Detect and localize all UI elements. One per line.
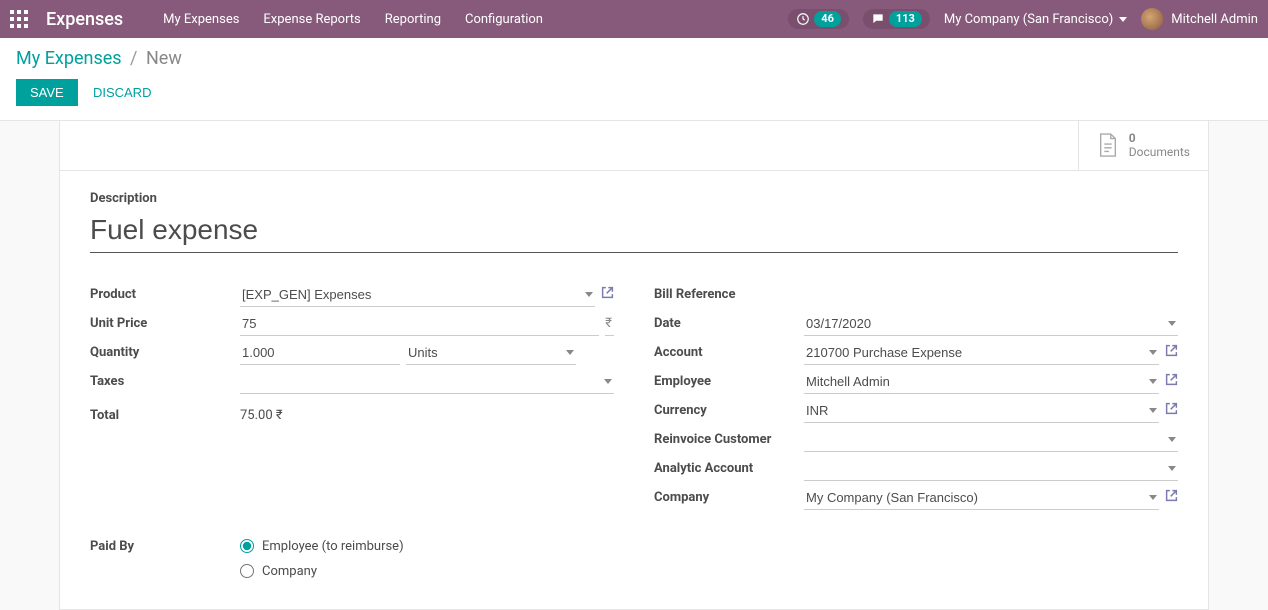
breadcrumb-bar: My Expenses / New — [0, 38, 1268, 73]
company-label: Company — [654, 490, 804, 505]
messages-count: 113 — [889, 11, 922, 27]
description-input[interactable] — [90, 212, 1178, 253]
activities-button[interactable]: 46 — [788, 9, 849, 29]
breadcrumb-current: New — [146, 48, 182, 69]
unit-price-label: Unit Price — [90, 316, 240, 331]
total-value: 75.00 ₹ — [240, 408, 283, 423]
employee-external-link[interactable] — [1165, 373, 1178, 390]
paid-by-company-radio[interactable] — [240, 564, 254, 578]
chevron-down-icon[interactable] — [585, 292, 593, 297]
chevron-down-icon — [1119, 17, 1127, 22]
paid-by-label: Paid By — [90, 539, 240, 579]
documents-count: 0 — [1129, 131, 1190, 145]
product-field[interactable] — [240, 283, 595, 307]
action-bar: SAVE DISCARD — [0, 73, 1268, 121]
paid-by-company-option[interactable]: Company — [240, 564, 404, 579]
reinvoice-label: Reinvoice Customer — [654, 432, 804, 447]
analytic-label: Analytic Account — [654, 461, 804, 476]
bill-ref-input[interactable] — [804, 283, 1178, 307]
chevron-down-icon[interactable] — [566, 350, 574, 355]
taxes-label: Taxes — [90, 374, 240, 389]
activities-count: 46 — [814, 11, 841, 27]
account-field[interactable] — [804, 341, 1159, 365]
unit-price-input[interactable] — [240, 312, 599, 336]
employee-field[interactable] — [804, 370, 1159, 394]
chevron-down-icon[interactable] — [1149, 408, 1157, 413]
breadcrumb: My Expenses / New — [16, 48, 1252, 69]
currency-label: Currency — [654, 403, 804, 418]
nav-menu: My Expenses Expense Reports Reporting Co… — [163, 12, 788, 27]
date-label: Date — [654, 316, 804, 331]
breadcrumb-sep: / — [130, 48, 137, 69]
account-label: Account — [654, 345, 804, 360]
chevron-down-icon[interactable] — [1168, 437, 1176, 442]
nav-expense-reports[interactable]: Expense Reports — [263, 12, 360, 27]
save-button[interactable]: SAVE — [16, 79, 78, 106]
account-external-link[interactable] — [1165, 344, 1178, 361]
date-field[interactable] — [804, 312, 1178, 336]
chevron-down-icon[interactable] — [1149, 350, 1157, 355]
apps-icon[interactable] — [10, 10, 28, 28]
paid-by-employee-radio[interactable] — [240, 539, 254, 553]
chevron-down-icon[interactable] — [1168, 466, 1176, 471]
app-brand: Expenses — [46, 9, 123, 30]
documents-label: Documents — [1129, 145, 1190, 159]
taxes-field[interactable] — [240, 370, 614, 394]
topbar: Expenses My Expenses Expense Reports Rep… — [0, 0, 1268, 38]
chat-icon — [871, 12, 885, 26]
analytic-field[interactable] — [804, 457, 1178, 481]
user-name: Mitchell Admin — [1171, 12, 1258, 27]
uom-field[interactable] — [406, 341, 576, 365]
employee-label: Employee — [654, 374, 804, 389]
chevron-down-icon[interactable] — [1168, 321, 1176, 326]
breadcrumb-parent[interactable]: My Expenses — [16, 48, 122, 69]
quantity-label: Quantity — [90, 345, 240, 360]
currency-symbol: ₹ — [605, 312, 614, 336]
form-sheet: 0 Documents Description Product — [59, 121, 1209, 610]
nav-my-expenses[interactable]: My Expenses — [163, 12, 239, 27]
document-icon — [1097, 132, 1119, 158]
product-label: Product — [90, 287, 240, 302]
nav-configuration[interactable]: Configuration — [465, 12, 543, 27]
chevron-down-icon[interactable] — [1149, 379, 1157, 384]
company-name: My Company (San Francisco) — [944, 12, 1113, 27]
chevron-down-icon[interactable] — [604, 379, 612, 384]
avatar — [1141, 8, 1163, 30]
paid-by-employee-option[interactable]: Employee (to reimburse) — [240, 539, 404, 554]
currency-external-link[interactable] — [1165, 402, 1178, 419]
bill-ref-label: Bill Reference — [654, 287, 804, 302]
nav-reporting[interactable]: Reporting — [385, 12, 441, 27]
documents-button[interactable]: 0 Documents — [1078, 121, 1208, 170]
discard-button[interactable]: DISCARD — [93, 85, 152, 100]
company-external-link[interactable] — [1165, 489, 1178, 506]
user-menu[interactable]: Mitchell Admin — [1141, 8, 1258, 30]
reinvoice-field[interactable] — [804, 428, 1178, 452]
total-label: Total — [90, 408, 240, 423]
messages-button[interactable]: 113 — [863, 9, 930, 29]
company-field[interactable] — [804, 486, 1159, 510]
company-selector[interactable]: My Company (San Francisco) — [944, 12, 1127, 27]
quantity-input[interactable] — [240, 341, 400, 365]
product-external-link[interactable] — [601, 286, 614, 303]
chevron-down-icon[interactable] — [1149, 495, 1157, 500]
button-box: 0 Documents — [60, 121, 1208, 171]
description-label: Description — [90, 191, 1178, 206]
clock-icon — [796, 12, 810, 26]
currency-field[interactable] — [804, 399, 1159, 423]
